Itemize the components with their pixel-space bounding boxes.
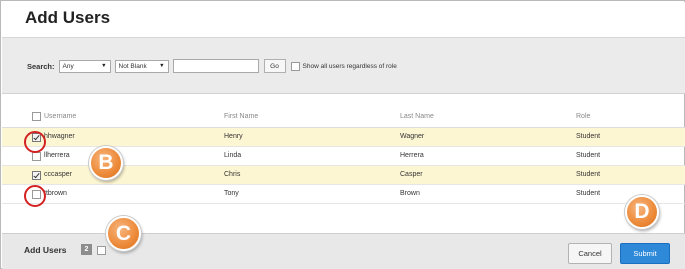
table-header: Username First Name Last Name Role [2, 106, 685, 128]
callout-c: C [106, 216, 141, 251]
callout-b: B [89, 146, 123, 180]
search-label: Search: [27, 61, 55, 71]
column-header-role[interactable]: Role [576, 113, 590, 120]
cell-role: Student [576, 152, 601, 159]
cell-username: hhwagner [44, 133, 75, 140]
cell-username: llherrera [44, 152, 70, 159]
cell-role: Student [576, 190, 601, 197]
highlight-ring [24, 185, 46, 207]
selected-count-badge: 2 [81, 244, 92, 255]
search-input[interactable] [172, 59, 259, 73]
cell-last-name: Herrera [400, 152, 424, 159]
column-header-username[interactable]: Username [44, 113, 76, 120]
chevron-down-icon: ▼ [101, 63, 107, 69]
show-all-checkbox[interactable] [290, 61, 300, 71]
search-condition-value: Not Blank [118, 62, 147, 70]
cell-first-name: Chris [224, 171, 241, 178]
cell-username: ttbrown [44, 190, 67, 197]
cell-first-name: Henry [224, 133, 243, 140]
add-users-panel: Add Users Search: Any ▼ Not Blank ▼ Go S… [0, 0, 685, 269]
search-condition-select[interactable]: Not Blank ▼ [114, 59, 169, 73]
search-bar: Search: Any ▼ Not Blank ▼ Go Show all us… [2, 38, 685, 94]
search-field-select[interactable]: Any ▼ [58, 59, 111, 73]
submit-button[interactable]: Submit [620, 243, 670, 264]
footer-add-users-label: Add Users [24, 245, 67, 255]
cell-last-name: Casper [400, 171, 423, 178]
table-row[interactable]: ttbrown Tony Brown Student [2, 185, 685, 204]
cell-role: Student [576, 171, 601, 178]
select-all-checkbox[interactable] [32, 112, 41, 121]
cell-role: Student [576, 133, 601, 140]
page-title: Add Users [25, 8, 111, 27]
footer-toggle-checkbox[interactable] [97, 246, 106, 255]
search-field-value: Any [62, 62, 74, 70]
row-checkbox[interactable] [32, 152, 41, 161]
cell-username: cccasper [44, 171, 73, 178]
show-all-label: Show all users regardless of role [302, 62, 397, 70]
cancel-button[interactable]: Cancel [568, 243, 612, 264]
callout-d: D [625, 195, 659, 229]
cell-last-name: Wagner [400, 133, 425, 140]
column-header-first-name[interactable]: First Name [224, 113, 258, 120]
row-checkbox[interactable] [32, 171, 41, 180]
cell-last-name: Brown [400, 190, 420, 197]
footer-bar: Add Users 2 Cancel Submit [2, 233, 685, 269]
chevron-down-icon: ▼ [159, 63, 165, 69]
cell-first-name: Linda [224, 152, 242, 159]
go-button[interactable]: Go [263, 59, 286, 73]
table-row[interactable]: hhwagner Henry Wagner Student [2, 128, 685, 147]
cell-first-name: Tony [224, 190, 239, 197]
column-header-last-name[interactable]: Last Name [400, 113, 434, 120]
highlight-ring [24, 131, 46, 153]
search-row: Search: Any ▼ Not Blank ▼ Go Show all us… [27, 58, 397, 74]
title-bar: Add Users [2, 2, 685, 38]
